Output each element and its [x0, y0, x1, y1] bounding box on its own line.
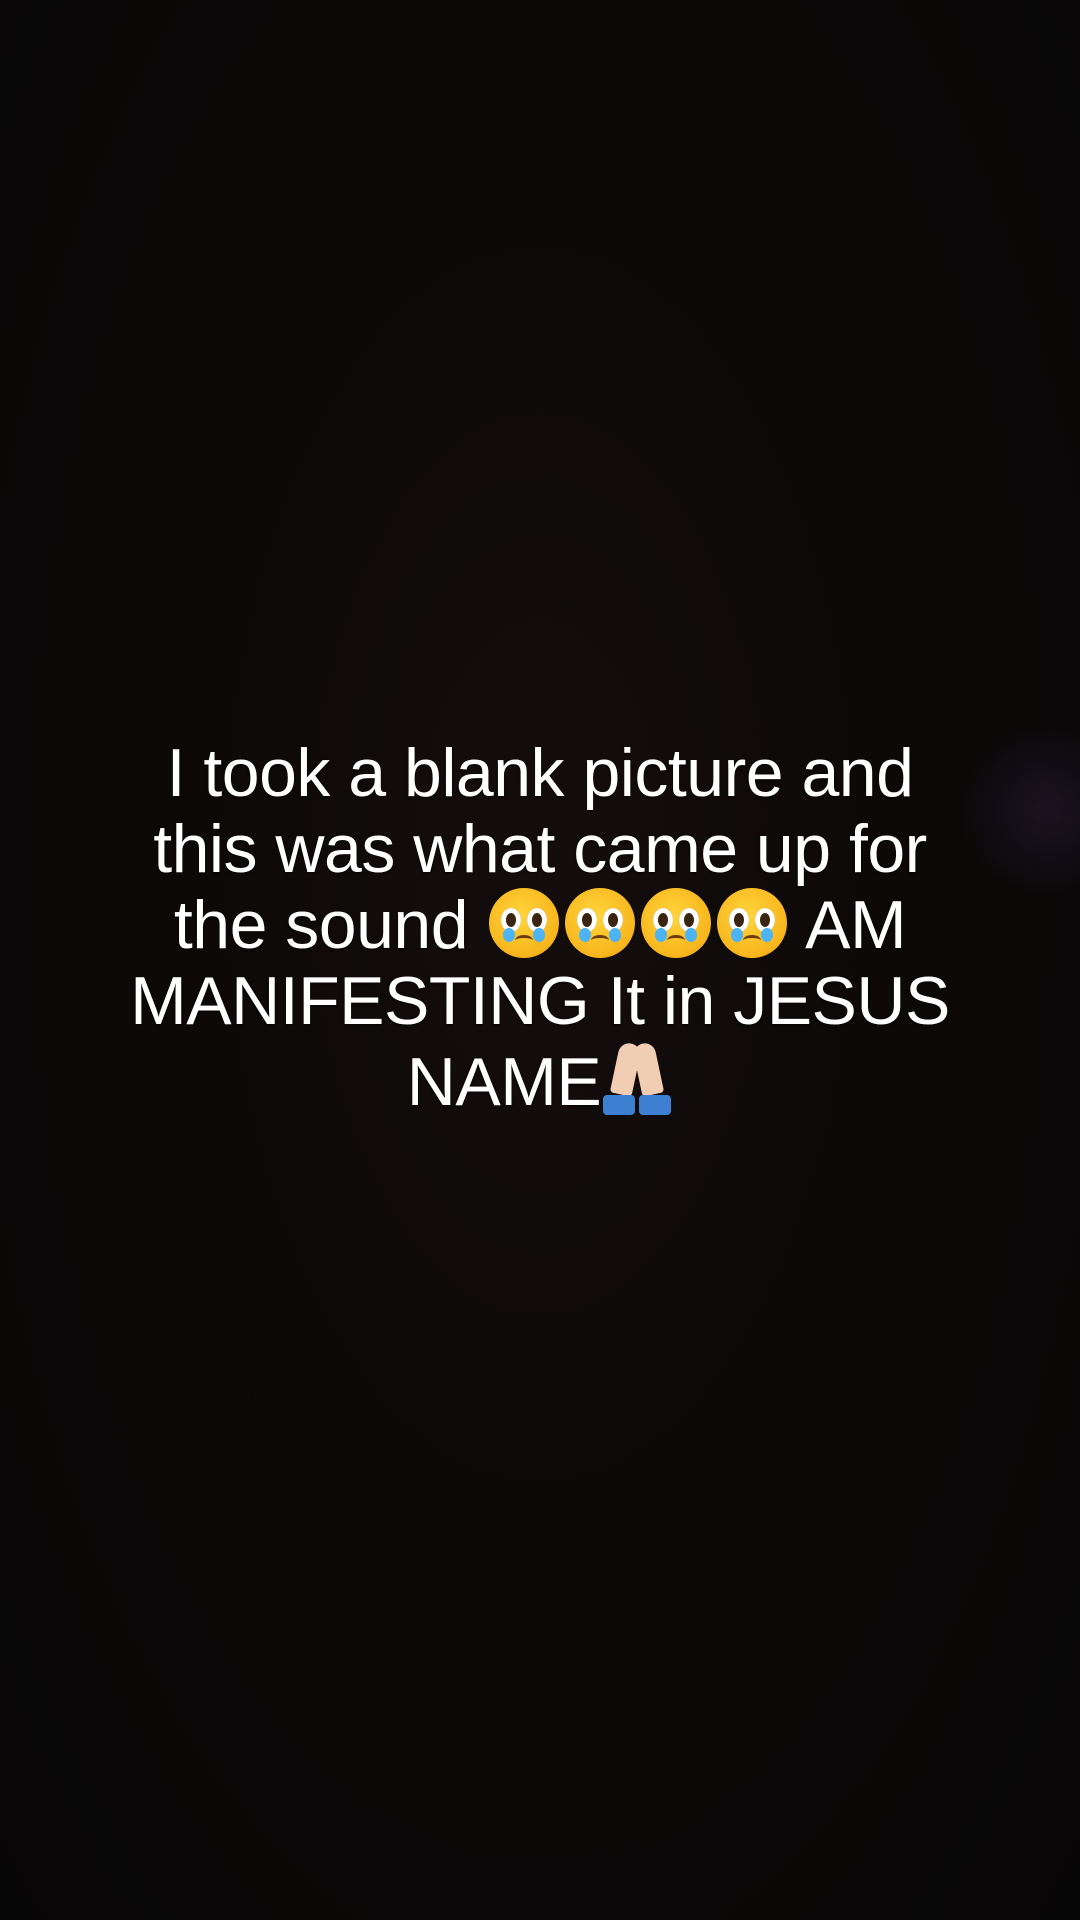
pleading-face-icon	[489, 888, 560, 958]
caption-line-3-after: AM	[805, 887, 907, 963]
caption-line-3: the sound AM	[70, 887, 1010, 963]
folded-hands-icon	[601, 1039, 673, 1115]
caption-line-2: this was what came up for	[153, 811, 927, 887]
caption-line-5-text: NAME	[406, 1044, 602, 1120]
caption-line-4: MANIFESTING It in JESUS	[130, 963, 950, 1039]
photo-canvas: I took a blank picture and this was what…	[0, 0, 1080, 1920]
caption-line-3-text: the sound	[173, 887, 469, 963]
caption-line-1: I took a blank picture and	[166, 735, 914, 811]
caption-text: I took a blank picture and this was what…	[70, 735, 1010, 1120]
pleading-face-icon	[641, 888, 712, 958]
pleading-face-icon	[717, 888, 788, 958]
caption-line-5: NAME	[70, 1039, 1010, 1120]
pleading-face-icon	[565, 888, 636, 958]
